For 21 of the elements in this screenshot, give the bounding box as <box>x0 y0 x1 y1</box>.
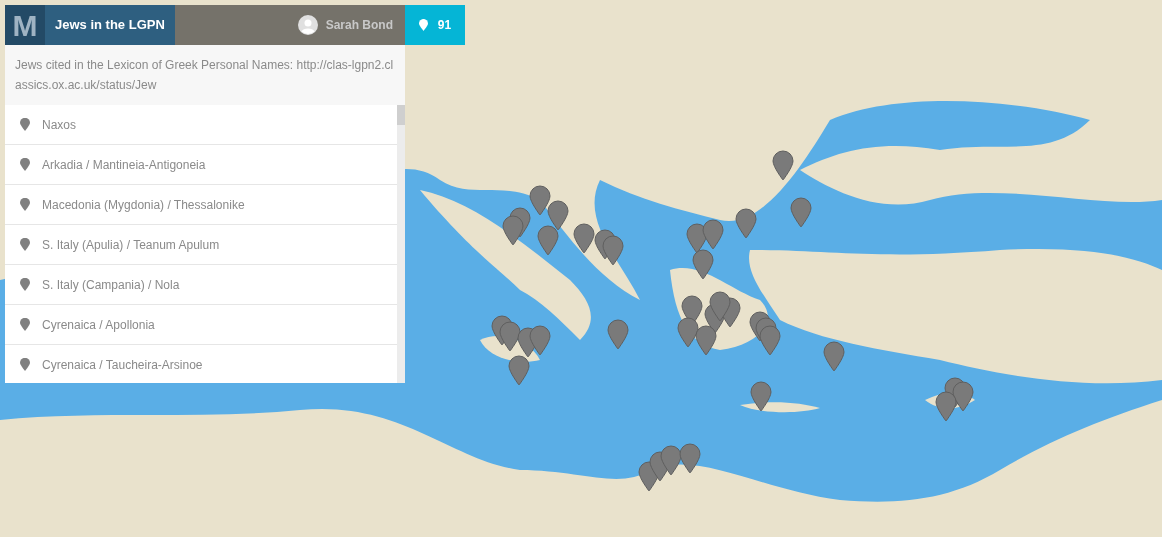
pin-icon <box>20 158 30 171</box>
description-text: Jews cited in the Lexicon of Greek Personal Names: http://clas-lgpn2.classics.ox.ac.uk/status/Jew <box>15 58 394 92</box>
pin-icon <box>20 278 30 291</box>
place-item[interactable]: S. Italy (Campania) / Nola <box>5 265 397 305</box>
pin-icon <box>20 358 30 371</box>
user-name[interactable]: Sarah Bond <box>325 16 393 34</box>
pin-icon <box>20 318 30 331</box>
place-item[interactable]: Arkadia / Mantineia-Antigoneia <box>5 145 397 185</box>
logo[interactable]: M <box>5 5 45 45</box>
place-item[interactable]: S. Italy (Apulia) / Teanum Apulum <box>5 225 397 265</box>
pin-icon <box>418 19 428 31</box>
pin-icon <box>20 118 30 131</box>
pin-icon <box>20 238 30 251</box>
map-title: Jews in the LGPN <box>45 5 175 45</box>
place-item[interactable]: Macedonia (Mygdonia) / Thessalonike <box>5 185 397 225</box>
place-item[interactable]: Cyrenaica / Apollonia <box>5 305 397 345</box>
place-item[interactable]: Naxos <box>5 105 397 145</box>
marker-count-button[interactable]: 91 <box>405 5 465 45</box>
avatar-icon[interactable] <box>297 15 318 35</box>
scrollbar[interactable] <box>397 105 405 383</box>
pin-icon <box>20 198 30 211</box>
